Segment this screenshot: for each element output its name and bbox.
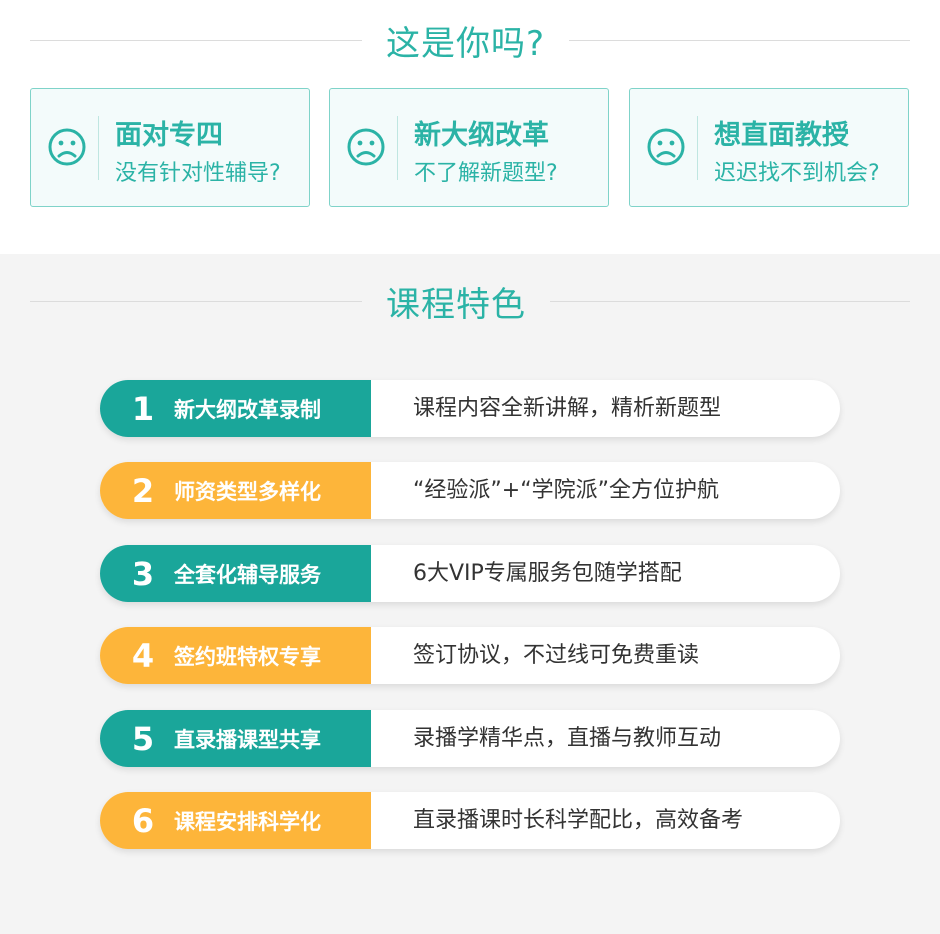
feature-badge: 6 课程安排科学化	[100, 792, 371, 849]
feature-number: 1	[131, 389, 155, 428]
pain-points-section: 这是你吗? 面对专四 没有针对性辅导? 新大纲改革 不了解新题型? 想直面教授 …	[0, 0, 940, 254]
pain-title: 新大纲改革	[414, 120, 549, 151]
feature-description: 6大VIP专属服务包随学搭配	[413, 561, 682, 586]
pain-subtitle: 迟迟找不到机会?	[714, 161, 880, 186]
pain-subtitle: 不了解新题型?	[414, 161, 558, 186]
feature-row-3: 3 全套化辅导服务 6大VIP专属服务包随学搭配	[100, 545, 840, 602]
feature-row-6: 6 课程安排科学化 直录播课时长科学配比，高效备考	[100, 792, 840, 849]
feature-badge: 3 全套化辅导服务	[100, 545, 371, 602]
card-divider	[98, 116, 99, 180]
feature-badge: 1 新大纲改革录制	[100, 380, 371, 437]
pain-title: 面对专四	[115, 120, 223, 151]
feature-number: 3	[131, 554, 155, 593]
sad-face-icon	[647, 128, 685, 166]
pain-title: 想直面教授	[714, 120, 849, 151]
title-divider-left	[30, 300, 362, 302]
section-title: 这是你吗?	[386, 23, 546, 64]
sad-face-icon	[347, 128, 385, 166]
feature-description: 录播学精华点，直播与教师互动	[413, 726, 722, 751]
feature-label: 直录播课型共享	[174, 727, 321, 752]
feature-label: 签约班特权专享	[174, 644, 321, 669]
feature-number: 4	[131, 636, 155, 675]
feature-number: 6	[131, 801, 155, 840]
pain-card-3: 想直面教授 迟迟找不到机会?	[629, 88, 909, 207]
title-divider-right	[569, 39, 910, 41]
sad-face-icon	[48, 128, 86, 166]
feature-description: 签订协议，不过线可免费重读	[413, 643, 700, 668]
features-title-row: 课程特色	[30, 281, 910, 325]
feature-number: 2	[131, 471, 155, 510]
feature-row-4: 4 签约班特权专享 签订协议，不过线可免费重读	[100, 627, 840, 684]
feature-row-1: 1 新大纲改革录制 课程内容全新讲解，精析新题型	[100, 380, 840, 437]
pain-points-title-row: 这是你吗?	[30, 20, 910, 64]
feature-badge: 4 签约班特权专享	[100, 627, 371, 684]
feature-badge: 2 师资类型多样化	[100, 462, 371, 519]
feature-number: 5	[131, 719, 155, 758]
pain-card-1: 面对专四 没有针对性辅导?	[30, 88, 310, 207]
feature-description: 课程内容全新讲解，精析新题型	[413, 396, 722, 421]
pain-card-2: 新大纲改革 不了解新题型?	[329, 88, 609, 207]
card-divider	[397, 116, 398, 180]
feature-description: “经验派”+“学院派”全方位护航	[413, 478, 720, 503]
feature-description: 直录播课时长科学配比，高效备考	[413, 808, 744, 833]
feature-badge: 5 直录播课型共享	[100, 710, 371, 767]
card-divider	[697, 116, 698, 180]
pain-subtitle: 没有针对性辅导?	[115, 161, 281, 186]
feature-row-5: 5 直录播课型共享 录播学精华点，直播与教师互动	[100, 710, 840, 767]
feature-label: 全套化辅导服务	[174, 562, 321, 587]
feature-label: 师资类型多样化	[174, 479, 321, 504]
feature-label: 课程安排科学化	[174, 809, 321, 834]
title-divider-left	[30, 39, 362, 41]
title-divider-right	[550, 300, 910, 302]
feature-row-2: 2 师资类型多样化 “经验派”+“学院派”全方位护航	[100, 462, 840, 519]
section-title: 课程特色	[386, 284, 526, 325]
feature-label: 新大纲改革录制	[174, 397, 321, 422]
